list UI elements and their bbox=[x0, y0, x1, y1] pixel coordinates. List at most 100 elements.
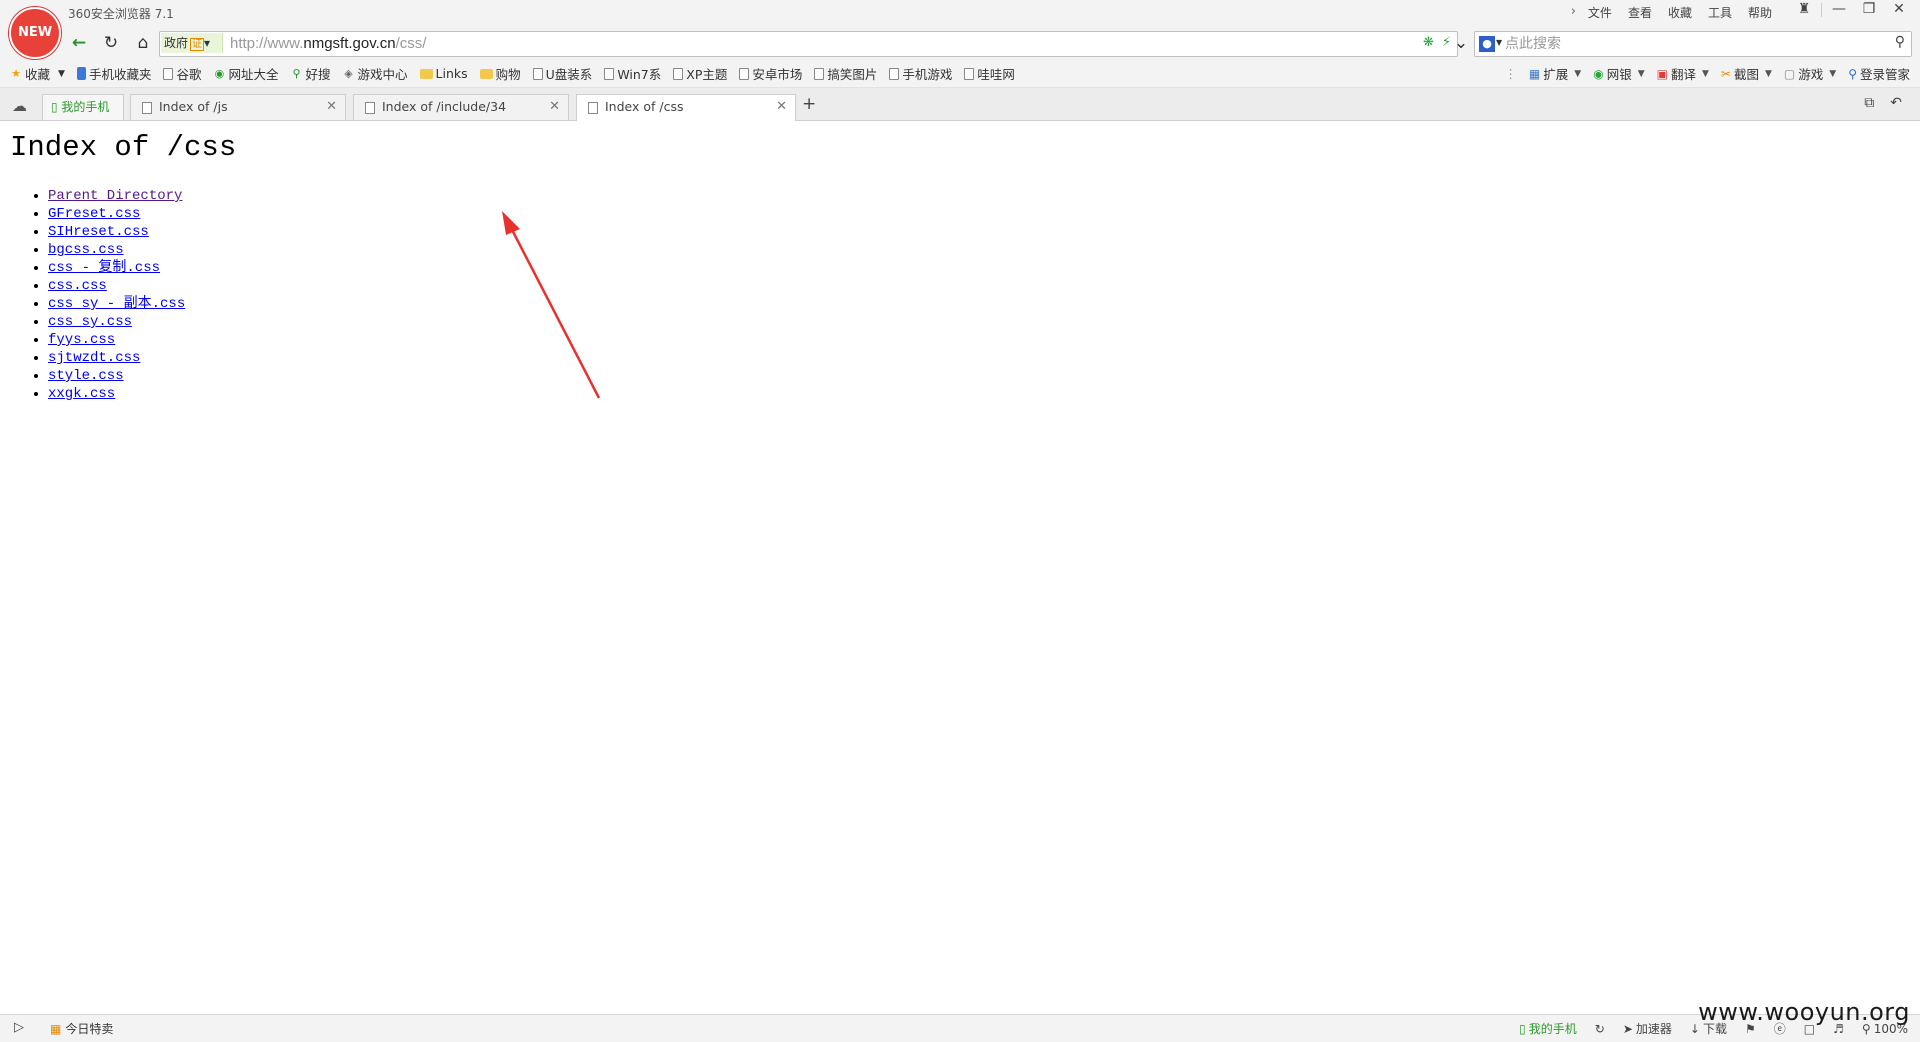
fav-item-links[interactable]: Links bbox=[419, 66, 468, 81]
tool-extensions[interactable]: ▦ 扩展 ▼ bbox=[1529, 64, 1581, 83]
tab-title: Index of /js bbox=[159, 99, 228, 114]
tool-label: 翻译 bbox=[1670, 67, 1696, 82]
fav-item-xp-theme[interactable]: XP主题 bbox=[673, 64, 727, 83]
new-tab-button[interactable]: + bbox=[802, 94, 816, 114]
phone-icon: ▯ bbox=[51, 100, 62, 114]
search-placeholder[interactable]: 点此搜索 bbox=[1505, 32, 1561, 56]
gov-site-badge[interactable]: 政府证 ▾ bbox=[161, 33, 223, 53]
file-link[interactable]: bgcss.css bbox=[48, 242, 124, 258]
annotation-arrow bbox=[502, 211, 601, 399]
close-icon[interactable]: ✕ bbox=[549, 95, 560, 119]
shirt-icon[interactable]: ♜ bbox=[1791, 0, 1817, 20]
search-icon[interactable]: ⚲ bbox=[1895, 34, 1905, 50]
page-icon bbox=[739, 67, 750, 80]
fav-item-android-market[interactable]: 安卓市场 bbox=[739, 64, 802, 83]
fav-item-mobile-games[interactable]: 手机游戏 bbox=[889, 64, 952, 83]
fav-label: 网址大全 bbox=[228, 67, 279, 82]
url-bar-icons: ❋ ⚡ bbox=[1423, 35, 1451, 50]
fav-item-shopping[interactable]: 购物 bbox=[479, 64, 521, 83]
accelerator-button[interactable]: ➤ 加速器 bbox=[1623, 1020, 1672, 1037]
sync-icon[interactable]: ↻ bbox=[1595, 1022, 1605, 1036]
close-icon[interactable]: ✕ bbox=[326, 95, 337, 119]
search-engine-icon[interactable]: ● bbox=[1479, 36, 1495, 52]
fav-item-wawa[interactable]: 哇哇网 bbox=[964, 64, 1015, 83]
fav-item-win7[interactable]: Win7系 bbox=[604, 64, 661, 83]
list-item: css_sy - 副本.css bbox=[48, 295, 185, 313]
parent-directory-link[interactable]: Parent Directory bbox=[48, 188, 182, 204]
close-icon[interactable]: ✕ bbox=[1886, 0, 1912, 20]
menu-file[interactable]: 文件 bbox=[1580, 3, 1620, 22]
search-box[interactable]: ● ▼ 点此搜索 ⚲ bbox=[1474, 31, 1912, 57]
back-arrow-icon[interactable]: ← bbox=[66, 32, 92, 54]
fav-item-usb[interactable]: U盘装系 bbox=[532, 64, 593, 83]
fav-item-funny-pics[interactable]: 搞笑图片 bbox=[814, 64, 877, 83]
file-link[interactable]: sjtwzdt.css bbox=[48, 350, 140, 366]
file-link[interactable]: SIHreset.css bbox=[48, 224, 149, 240]
list-item: sjtwzdt.css bbox=[48, 349, 185, 367]
tool-label: 扩展 bbox=[1543, 67, 1569, 82]
my-phone-button[interactable]: ▯ 我的手机 bbox=[1519, 1020, 1577, 1037]
file-link[interactable]: css_sy.css bbox=[48, 314, 132, 330]
tool-screenshot[interactable]: ✂ 截图 ▼ bbox=[1721, 64, 1772, 83]
tab-my-phone[interactable]: ▯ 我的手机 bbox=[42, 94, 124, 120]
tab-title: Index of /include/34 bbox=[382, 99, 507, 114]
file-link[interactable]: css.css bbox=[48, 278, 107, 294]
page-icon bbox=[673, 67, 684, 80]
extension-icon: ▦ bbox=[1528, 66, 1541, 81]
tool-label: 网银 bbox=[1606, 67, 1632, 82]
folder-icon bbox=[419, 68, 433, 79]
compatibility-mode-icon[interactable]: ❋ bbox=[1423, 35, 1434, 50]
caret-down-icon: ▼ bbox=[1829, 68, 1837, 79]
list-item: bgcss.css bbox=[48, 241, 185, 259]
fav-item-game-center[interactable]: ◈ 游戏中心 bbox=[343, 64, 407, 83]
file-link[interactable]: style.css bbox=[48, 368, 124, 384]
refresh-icon[interactable]: ↻ bbox=[98, 32, 124, 54]
folder-icon bbox=[479, 68, 493, 79]
menu-view[interactable]: 查看 bbox=[1620, 3, 1660, 22]
tab-index-include[interactable]: Index of /include/34 ✕ bbox=[353, 94, 569, 120]
browser-logo[interactable]: NEW bbox=[9, 7, 61, 59]
restore-tabs-icon[interactable]: ⧉ bbox=[1864, 95, 1874, 111]
fav-item-favorites[interactable]: ★ 收藏 ▼ bbox=[10, 64, 65, 83]
tool-translate[interactable]: ▣ 翻译 ▼ bbox=[1657, 64, 1709, 83]
undo-close-icon[interactable]: ↶ bbox=[1890, 95, 1902, 111]
file-link[interactable]: xxgk.css bbox=[48, 386, 115, 402]
file-link[interactable]: css - 复制.css bbox=[48, 260, 160, 276]
fav-item-google[interactable]: 谷歌 bbox=[163, 64, 201, 83]
file-link[interactable]: css_sy - 副本.css bbox=[48, 296, 185, 312]
menu-favorites[interactable]: 收藏 bbox=[1660, 3, 1700, 22]
gamepad-icon: ◈ bbox=[344, 67, 353, 80]
file-link[interactable]: GFreset.css bbox=[48, 206, 140, 222]
caret-down-icon[interactable]: ▼ bbox=[1496, 38, 1502, 47]
menu-tools[interactable]: 工具 bbox=[1700, 3, 1740, 22]
tool-login-manager[interactable]: ⚲ 登录管家 bbox=[1848, 64, 1910, 83]
tabbar-actions: ⧉ ↶ bbox=[1864, 95, 1902, 111]
more-icon[interactable]: ⋮ bbox=[1504, 66, 1517, 81]
sidebar-toggle-icon[interactable]: ▷ bbox=[14, 1020, 24, 1035]
minimize-icon[interactable]: — bbox=[1826, 0, 1852, 20]
fav-label: U盘装系 bbox=[545, 67, 593, 82]
restore-icon[interactable]: ❐ bbox=[1856, 0, 1882, 20]
close-icon[interactable]: ✕ bbox=[776, 95, 787, 119]
search-icon: ⚲ bbox=[292, 67, 301, 80]
cloud-icon[interactable]: ☁ bbox=[12, 97, 27, 115]
file-link[interactable]: fyys.css bbox=[48, 332, 115, 348]
tab-title: Index of /css bbox=[605, 99, 684, 114]
daily-deal-button[interactable]: ▦ 今日特卖 bbox=[50, 1020, 113, 1037]
url-text[interactable]: http://www.nmgsft.gov.cn/css/ bbox=[230, 32, 426, 56]
chevron-right-icon[interactable]: › bbox=[1567, 3, 1580, 22]
tool-games[interactable]: ▢ 游戏 ▼ bbox=[1784, 64, 1836, 83]
fav-item-directory[interactable]: ◉ 网址大全 bbox=[213, 64, 279, 83]
menu-help[interactable]: 帮助 bbox=[1740, 3, 1780, 22]
star-icon: ★ bbox=[11, 67, 21, 80]
fav-item-mobile[interactable]: 手机收藏夹 bbox=[76, 64, 151, 83]
tool-bank[interactable]: ◉ 网银 ▼ bbox=[1593, 64, 1644, 83]
chevron-down-icon[interactable]: ⌄ bbox=[1448, 32, 1474, 54]
fav-item-haosou[interactable]: ⚲ 好搜 bbox=[290, 64, 330, 83]
tab-index-css[interactable]: Index of /css ✕ bbox=[576, 94, 796, 121]
home-icon[interactable]: ⌂ bbox=[130, 32, 156, 54]
url-bar[interactable]: 政府证 ▾ http://www.nmgsft.gov.cn/css/ ❋ ⚡ bbox=[159, 31, 1458, 57]
fav-label: Links bbox=[435, 66, 468, 81]
watermark: www.wooyun.org bbox=[1698, 998, 1910, 1026]
tab-index-js[interactable]: Index of /js ✕ bbox=[130, 94, 346, 120]
